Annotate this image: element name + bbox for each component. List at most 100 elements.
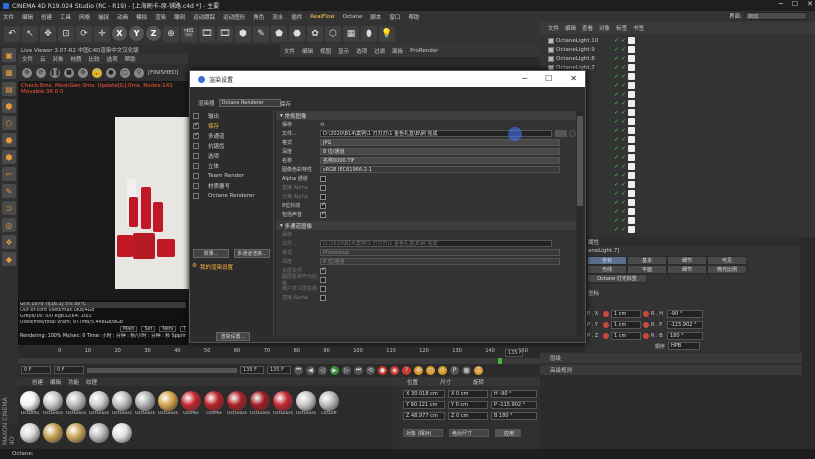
stop-icon[interactable]: ■ <box>64 67 74 78</box>
tool-icon[interactable]: ⬮ <box>361 25 377 42</box>
pin-icon[interactable]: ⚲ <box>134 67 144 78</box>
tag-icon[interactable] <box>628 145 636 152</box>
material-swatch[interactable] <box>20 423 40 449</box>
goto-start-icon[interactable]: ⏮ <box>294 365 303 375</box>
my-render-setting[interactable]: ⚙ 我的渲染设置 <box>192 263 233 271</box>
material-menu-item[interactable]: 创建 <box>32 378 43 386</box>
visible-check-icon[interactable]: ✓ <box>614 181 619 188</box>
cube-icon[interactable]: ⬢ <box>2 99 16 113</box>
object-row[interactable]: OctaneLight.10 ✓ ✓ <box>548 36 636 45</box>
viewer-menu-item[interactable]: 云 <box>40 55 46 63</box>
order-select[interactable]: HPB <box>668 342 701 350</box>
section-advanced[interactable]: 高级规则 <box>540 365 802 375</box>
object-menu-item[interactable]: 文件 <box>548 24 559 32</box>
close-icon[interactable]: ✕ <box>807 0 813 8</box>
scale-key-icon[interactable]: ⊡ <box>426 365 435 375</box>
tag-icon[interactable] <box>628 172 636 179</box>
include-sound-checkbox[interactable] <box>320 210 326 218</box>
magnet-icon[interactable]: ⊃ <box>2 201 16 215</box>
axis-z-button[interactable]: Z <box>146 26 161 41</box>
sphere-icon[interactable]: ● <box>106 67 116 78</box>
render-check-icon[interactable]: ✓ <box>621 163 626 170</box>
visible-check-icon[interactable]: ✓ <box>614 73 619 80</box>
material-swatch[interactable]: OctGloss <box>112 391 132 417</box>
settings-item-checkbox[interactable] <box>193 193 199 199</box>
render-check-icon[interactable]: ✓ <box>621 172 626 179</box>
tool-icon[interactable]: 🎬 <box>181 25 197 42</box>
axis-y-button[interactable]: Y <box>129 26 144 41</box>
visible-check-icon[interactable]: ✓ <box>614 64 619 71</box>
key-dot-icon[interactable] <box>603 321 609 328</box>
settings-item-checkbox[interactable] <box>193 121 199 129</box>
menu-item[interactable]: 工具 <box>60 13 71 21</box>
goto-end-icon[interactable]: ⏭ <box>354 365 363 375</box>
save-checkbox[interactable]: ⟲ <box>320 122 324 128</box>
visible-check-icon[interactable]: ✓ <box>614 118 619 125</box>
next-key-icon[interactable]: ▷ <box>342 365 351 375</box>
menu-item[interactable]: 渲染 <box>155 13 166 21</box>
menu-item[interactable]: 窗口 <box>389 13 400 21</box>
cube-icon[interactable]: ⬡ <box>2 116 16 130</box>
minimize-icon[interactable]: ─ <box>779 0 783 8</box>
tag-icon[interactable] <box>628 100 636 107</box>
viewer-menu-item[interactable]: 比较 <box>89 55 100 63</box>
tool-icon[interactable]: ✎ <box>253 25 269 42</box>
settings-item-checkbox[interactable] <box>193 131 199 139</box>
mid-menu-item[interactable]: 文件 <box>284 47 295 55</box>
dither-checkbox[interactable] <box>320 201 326 209</box>
attribute-tab[interactable]: Octane 灯光标签 <box>587 274 647 283</box>
tool-icon[interactable]: ⬟ <box>271 25 287 42</box>
settings-item-checkbox[interactable] <box>193 113 199 119</box>
material-swatch[interactable]: OctMix <box>204 391 224 417</box>
settings-item[interactable]: 立体 <box>190 161 273 171</box>
tool-icon[interactable]: ✿ <box>307 25 323 42</box>
attribute-tab[interactable]: 光线 <box>587 265 627 274</box>
material-swatch[interactable] <box>89 423 109 449</box>
render-check-icon[interactable]: ✓ <box>621 190 626 197</box>
render-check-icon[interactable]: ✓ <box>621 64 626 71</box>
visible-check-icon[interactable]: ✓ <box>614 82 619 89</box>
tool-icon[interactable]: ⬣ <box>289 25 305 42</box>
multipass-depth-select[interactable]: 8 位/通道 <box>320 258 560 265</box>
region-icon[interactable]: ▢ <box>120 67 130 78</box>
brush-icon[interactable]: ✎ <box>2 184 16 198</box>
rotate-key-icon[interactable]: ⟳ <box>438 365 447 375</box>
position-field[interactable]: Z 48.977 cm <box>403 412 445 420</box>
render-check-icon[interactable]: ✓ <box>621 100 626 107</box>
size-mode-select[interactable]: 绝对尺寸 <box>449 429 489 437</box>
name-select[interactable]: 名称0000.TIF <box>320 157 560 164</box>
settings-item-checkbox[interactable] <box>193 163 199 169</box>
multipass-button[interactable]: 多通道渲染... <box>234 249 270 258</box>
object-menu-item[interactable]: 标签 <box>616 24 627 32</box>
object-menu-item[interactable]: 对象 <box>599 24 610 32</box>
move-key-icon[interactable]: ✥ <box>414 365 423 375</box>
tag-icon[interactable] <box>628 73 636 80</box>
autokey-icon[interactable]: ◉ <box>390 365 399 375</box>
position-field[interactable]: X 30.018 cm <box>403 390 445 398</box>
material-swatch[interactable]: OctGloss <box>158 391 178 417</box>
material-menu-item[interactable]: 纹理 <box>86 378 97 386</box>
multipass-format-select[interactable]: Photoshop <box>320 249 560 256</box>
layout-select[interactable]: 启动 <box>745 12 807 20</box>
visible-check-icon[interactable]: ✓ <box>614 100 619 107</box>
render-check-icon[interactable]: ✓ <box>621 199 626 206</box>
coord-field[interactable]: 1 cm <box>611 320 641 329</box>
visible-check-icon[interactable]: ✓ <box>614 226 619 233</box>
snap-icon[interactable]: ◎ <box>2 218 16 232</box>
tool-icon[interactable]: ⬡ <box>325 25 341 42</box>
key-dot-icon[interactable] <box>643 332 649 339</box>
tool-icon[interactable]: ⟳ <box>76 25 92 42</box>
settings-item-checkbox[interactable] <box>193 183 199 189</box>
tag-icon[interactable] <box>628 226 636 233</box>
cube-icon[interactable]: ⬢ <box>2 150 16 164</box>
dialog-scrollbar[interactable] <box>577 111 583 336</box>
coord-field[interactable]: 1 cm <box>611 331 641 340</box>
coord-field[interactable]: 1 cm <box>611 309 641 318</box>
axis-x-button[interactable]: X <box>112 26 127 41</box>
layer-suffix-checkbox[interactable] <box>320 276 326 283</box>
key-dot-icon[interactable] <box>603 310 609 317</box>
loop-icon[interactable]: ⟲ <box>366 365 375 375</box>
rotation-field[interactable]: -90 ° <box>667 309 703 318</box>
visible-check-icon[interactable]: ✓ <box>614 208 619 215</box>
material-swatch[interactable]: OctGloss <box>273 391 293 417</box>
